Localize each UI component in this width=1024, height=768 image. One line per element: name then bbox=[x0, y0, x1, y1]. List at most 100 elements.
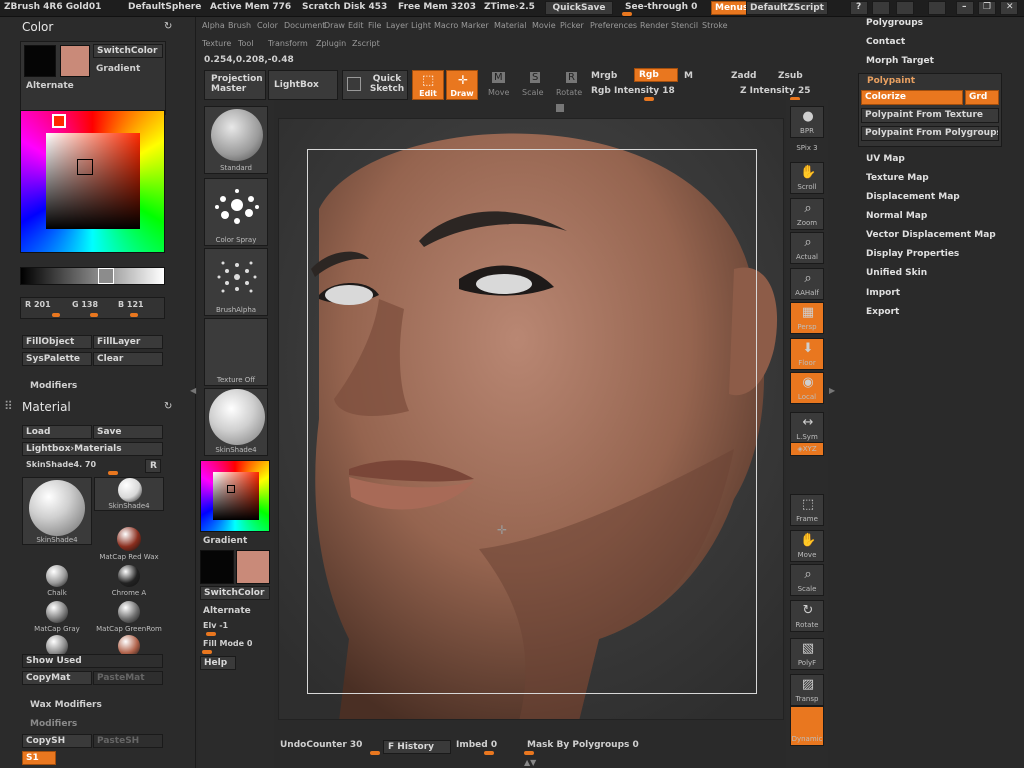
material-grip-icon[interactable]: ⠿ bbox=[4, 399, 13, 413]
shelf-gradient-toggle[interactable]: Gradient bbox=[203, 536, 247, 546]
gradient-toggle[interactable]: Gradient bbox=[96, 64, 140, 74]
elv-knob[interactable] bbox=[206, 632, 216, 636]
shelf-main-color[interactable] bbox=[200, 550, 234, 584]
menu-texture[interactable]: Texture bbox=[202, 39, 231, 48]
move-button[interactable]: M Move bbox=[484, 70, 512, 100]
show-used-button[interactable]: Show Used bbox=[22, 654, 163, 668]
shelf-saturation-square[interactable] bbox=[213, 472, 259, 520]
menu-tool[interactable]: Tool bbox=[238, 39, 254, 48]
hue-marker[interactable] bbox=[52, 114, 66, 128]
polypaint-header[interactable]: Polypaint bbox=[867, 76, 915, 86]
import-header[interactable]: Import bbox=[866, 288, 900, 298]
lightbox-button[interactable]: LightBox bbox=[268, 70, 338, 100]
shelf-spix-button[interactable]: SPix 3 bbox=[790, 140, 824, 154]
menu-edit[interactable]: Edit bbox=[348, 21, 364, 30]
imbed-knob[interactable] bbox=[484, 751, 494, 755]
current-material-preview[interactable]: SkinShade4 bbox=[22, 477, 92, 545]
see-through-slider[interactable]: See-through 0 bbox=[625, 2, 697, 12]
skinshade-knob[interactable] bbox=[108, 471, 118, 475]
texture-map-header[interactable]: Texture Map bbox=[866, 173, 929, 183]
maximize-icon[interactable]: ❐ bbox=[978, 1, 996, 15]
main-color-swatch[interactable] bbox=[24, 45, 56, 77]
shelf-aahalf-button[interactable]: ⌕ AAHalf bbox=[790, 268, 824, 300]
clear-button[interactable]: Clear bbox=[93, 352, 163, 366]
material-swatch[interactable]: MatCap Red Wax bbox=[94, 527, 164, 561]
fill-object-button[interactable]: FillObject bbox=[22, 335, 92, 349]
material-swatch[interactable]: SkinShade4 bbox=[94, 477, 164, 511]
menu-picker[interactable]: Picker bbox=[560, 21, 584, 30]
lightbox-materials-button[interactable]: Lightbox›Materials bbox=[22, 442, 163, 456]
sys-palette-button[interactable]: SysPalette bbox=[22, 352, 92, 366]
menu-marker[interactable]: Marker bbox=[461, 21, 489, 30]
menu-document[interactable]: Document bbox=[284, 21, 325, 30]
material-swatch[interactable]: Chrome A bbox=[94, 565, 164, 597]
menu-macro[interactable]: Macro bbox=[434, 21, 458, 30]
layout2-icon[interactable] bbox=[896, 1, 914, 15]
paste-mat-button[interactable]: PasteMat bbox=[93, 671, 163, 685]
stroke-button[interactable]: Color Spray bbox=[204, 178, 268, 246]
g-value[interactable]: G 138 bbox=[72, 300, 98, 309]
quick-sketch-button[interactable]: Quick Sketch bbox=[342, 70, 408, 100]
material-swatch[interactable]: MatCap Gray bbox=[22, 601, 92, 633]
switch-color-button[interactable]: SwitchColor bbox=[93, 44, 163, 58]
menu-color[interactable]: Color bbox=[257, 21, 278, 30]
top-handle-icon[interactable] bbox=[556, 104, 564, 112]
uv-map-header[interactable]: UV Map bbox=[866, 154, 905, 164]
menu-stencil[interactable]: Stencil bbox=[671, 21, 698, 30]
shelf-bpr-button[interactable]: ● BPR bbox=[790, 106, 824, 138]
shelf-xyz-button[interactable]: ◈XYZ bbox=[790, 442, 824, 456]
shelf-polyf-button[interactable]: ▧ PolyF bbox=[790, 638, 824, 670]
material-button[interactable]: SkinShade4 bbox=[204, 388, 268, 456]
right-collapse-icon[interactable]: ▶ bbox=[829, 386, 835, 395]
shelf-frame-button[interactable]: ⬚ Frame bbox=[790, 494, 824, 526]
load-material-button[interactable]: Load bbox=[22, 425, 92, 439]
draw-button[interactable]: ✛ Draw bbox=[446, 70, 478, 100]
s1-button[interactable]: S1 bbox=[22, 751, 56, 765]
b-knob[interactable] bbox=[130, 313, 138, 317]
imbed-slider[interactable]: Imbed 0 bbox=[456, 740, 497, 750]
m-button[interactable]: M bbox=[684, 71, 693, 81]
shelf-local-button[interactable]: ◉ Local bbox=[790, 372, 824, 404]
menu-light[interactable]: Light bbox=[411, 21, 431, 30]
skinshade-slider[interactable]: SkinShade4. 70 bbox=[26, 460, 96, 469]
colorize-button[interactable]: Colorize bbox=[861, 90, 963, 105]
material-swatch[interactable]: MatCap GreenRom bbox=[94, 601, 164, 633]
menu-stroke[interactable]: Stroke bbox=[702, 21, 728, 30]
menu-zplugin[interactable]: Zplugin bbox=[316, 39, 346, 48]
displacement-map-header[interactable]: Displacement Map bbox=[866, 192, 960, 202]
mask-knob[interactable] bbox=[524, 751, 534, 755]
material-modifiers-header[interactable]: Modifiers bbox=[30, 719, 77, 729]
contact-header[interactable]: Contact bbox=[866, 37, 905, 47]
menu-file[interactable]: File bbox=[368, 21, 381, 30]
bottom-handle-icon[interactable]: ▲▼ bbox=[524, 758, 536, 767]
shelf-dynamic-button[interactable]: Dynamic bbox=[790, 706, 824, 746]
menu-alpha[interactable]: Alpha bbox=[202, 21, 225, 30]
gray-marker[interactable] bbox=[98, 268, 114, 284]
scale-button[interactable]: S Scale bbox=[520, 70, 548, 100]
mrgb-button[interactable]: Mrgb bbox=[591, 71, 617, 81]
fill-mode-knob[interactable] bbox=[202, 650, 212, 654]
menu-movie[interactable]: Movie bbox=[532, 21, 556, 30]
alternate-toggle[interactable]: Alternate bbox=[26, 81, 74, 91]
edit-button[interactable]: ⬚ Edit bbox=[412, 70, 444, 100]
fill-layer-button[interactable]: FillLayer bbox=[93, 335, 163, 349]
menu-transform[interactable]: Transform bbox=[268, 39, 308, 48]
zsub-button[interactable]: Zsub bbox=[778, 71, 803, 81]
shelf-transp-button[interactable]: ▨ Transp bbox=[790, 674, 824, 706]
undo-counter[interactable]: UndoCounter 30 bbox=[280, 740, 362, 750]
normal-map-header[interactable]: Normal Map bbox=[866, 211, 927, 221]
help-button[interactable]: Help bbox=[200, 656, 236, 670]
shelf-hand-button[interactable]: ✋ Scroll bbox=[790, 162, 824, 194]
polygroups-header[interactable]: Polygroups bbox=[866, 18, 923, 28]
r-knob[interactable] bbox=[52, 313, 60, 317]
shelf-rotate-button[interactable]: ↻ Rotate bbox=[790, 600, 824, 632]
secondary-color-swatch[interactable] bbox=[60, 45, 90, 77]
copy-sh-button[interactable]: CopySH bbox=[22, 734, 92, 748]
projection-master-button[interactable]: Projection Master bbox=[204, 70, 266, 100]
shelf-color-picker[interactable] bbox=[200, 460, 270, 532]
grd-button[interactable]: Grd bbox=[965, 90, 999, 105]
paste-sh-button[interactable]: PasteSH bbox=[93, 734, 163, 748]
material-refresh-icon[interactable]: ↻ bbox=[164, 401, 172, 412]
menu-layer[interactable]: Layer bbox=[386, 21, 408, 30]
alpha-button[interactable]: BrushAlpha bbox=[204, 248, 268, 316]
